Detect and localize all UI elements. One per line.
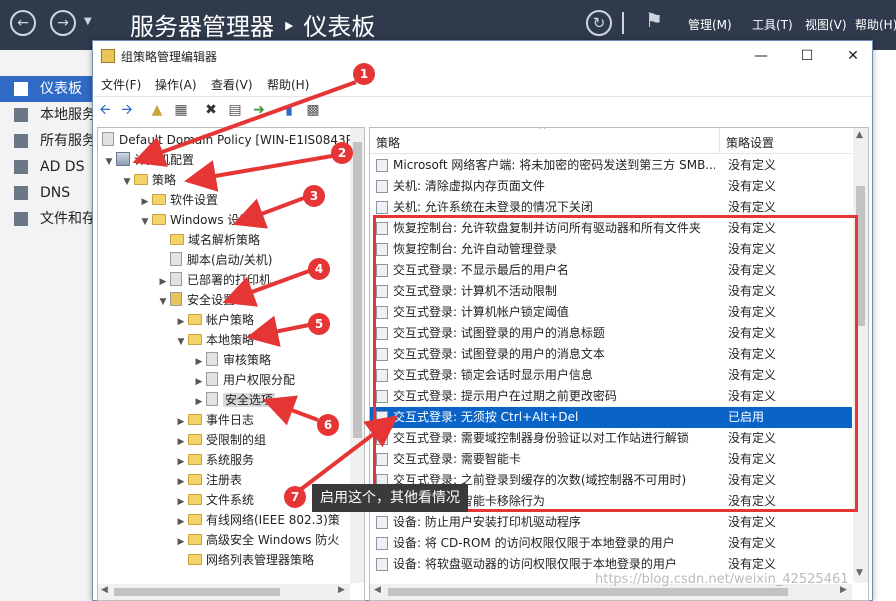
step-badge-6: 6 [317,414,339,436]
watermark: https://blog.csdn.net/weixin_42525461 [595,572,849,587]
arrow-5 [246,315,310,347]
step-badge-5: 5 [308,313,330,335]
arrow-6 [262,395,319,426]
step-badge-3: 3 [303,185,325,207]
arrow-4 [222,269,310,307]
step-badge-4: 4 [308,258,330,280]
annotation-note: 启用这个，其他看情况 [312,484,468,512]
step-badge-1: 1 [353,63,375,85]
arrow-1 [132,80,357,167]
arrow-7 [298,415,399,492]
arrow-3 [232,196,305,229]
step-badge-2: 2 [331,142,353,164]
arrow-2 [184,154,333,192]
step-badge-7: 7 [284,486,306,508]
